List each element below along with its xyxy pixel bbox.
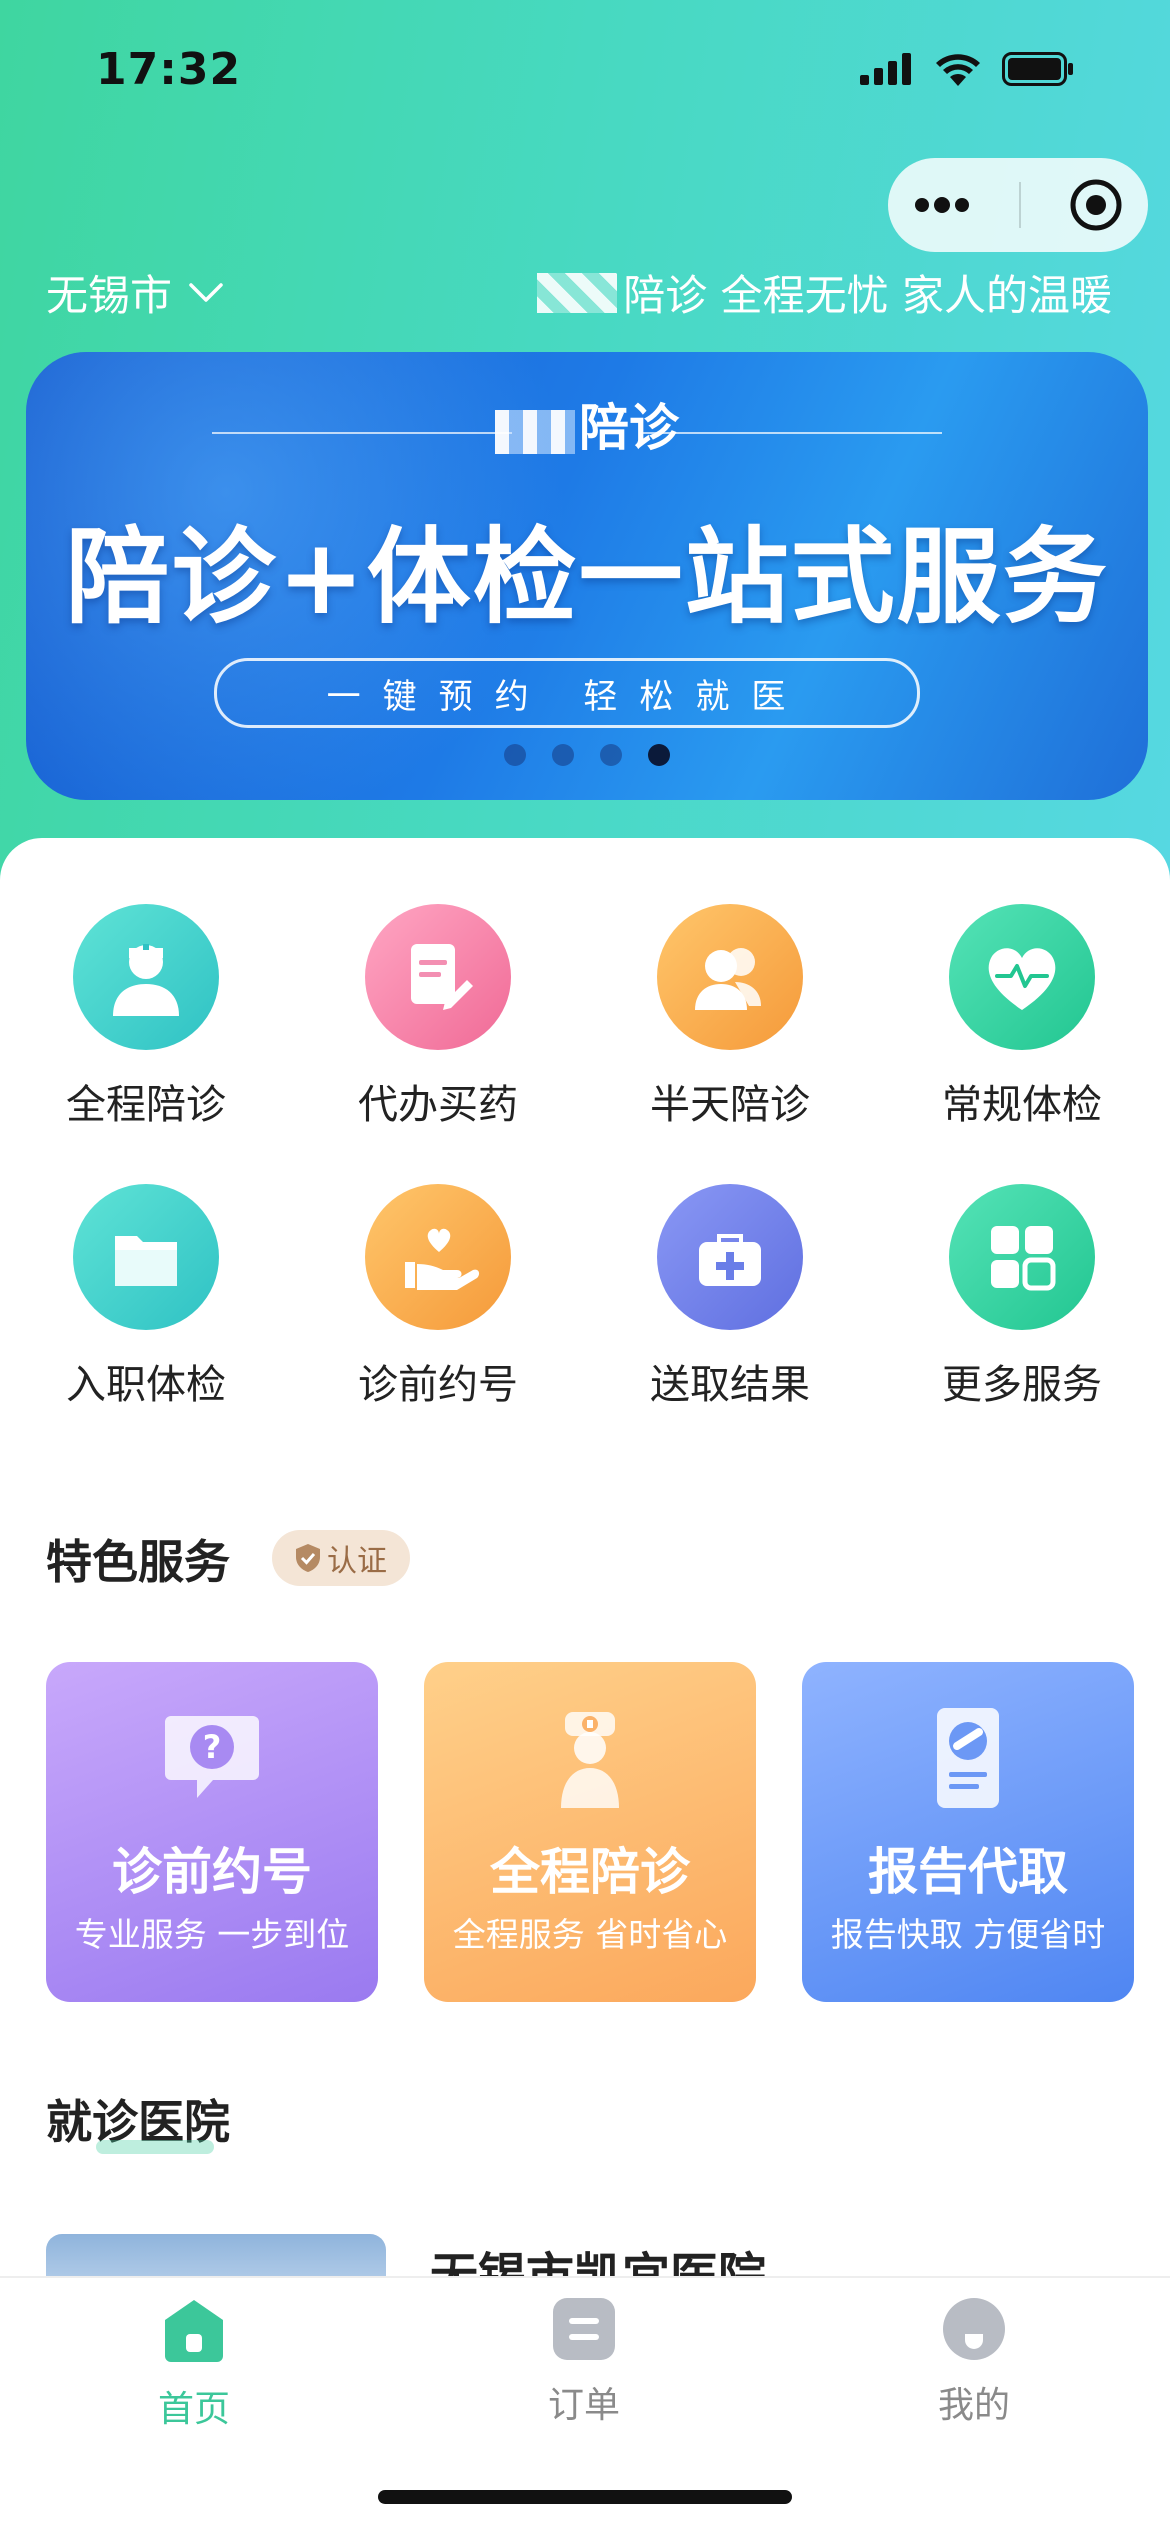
pagination-dot[interactable] — [600, 744, 622, 766]
chevron-down-icon — [189, 282, 223, 302]
status-icons — [860, 52, 1074, 86]
featured-card-appointment[interactable]: ? 诊前约号 专业服务 一步到位 — [46, 1662, 378, 2002]
slogan-marquee: 陪诊 全程无忧 家人的温暖 — [537, 262, 1112, 323]
service-label: 更多服务 — [942, 1362, 1102, 1408]
svg-text:?: ? — [203, 1728, 222, 1766]
shield-check-icon — [296, 1544, 320, 1572]
card-subtitle: 专业服务 一步到位 — [74, 1915, 350, 1954]
certified-badge: 认证 — [272, 1530, 410, 1586]
service-label: 全程陪诊 — [66, 1082, 226, 1128]
service-label: 代办买药 — [358, 1082, 518, 1128]
banner-brand-text: 陪诊 — [579, 399, 679, 457]
tab-label: 订单 — [547, 2385, 620, 2426]
section-title-underline — [96, 2140, 214, 2154]
banner-headline: 陪诊+体检一站式服务 — [65, 516, 1109, 638]
status-bar: 17:32 — [0, 0, 1170, 140]
service-label: 入职体检 — [66, 1362, 226, 1408]
folder-icon — [73, 1184, 219, 1330]
banner-brand: 陪诊 — [26, 388, 1148, 460]
city-label: 无锡市 — [46, 271, 173, 320]
featured-card-full-escort[interactable]: 全程陪诊 全程服务 省时省心 — [424, 1662, 756, 2002]
card-subtitle: 全程服务 省时省心 — [452, 1915, 728, 1954]
medical-kit-icon — [657, 1184, 803, 1330]
service-routine-checkup[interactable]: 常规体检 — [876, 904, 1168, 1130]
service-more[interactable]: 更多服务 — [876, 1184, 1168, 1410]
featured-section-title: 特色服务 — [46, 1535, 230, 1589]
battery-icon — [1002, 52, 1073, 86]
hand-heart-icon — [365, 1184, 511, 1330]
tab-label: 我的 — [937, 2385, 1010, 2426]
service-deliver-results[interactable]: 送取结果 — [584, 1184, 876, 1410]
card-title: 诊前约号 — [112, 1843, 312, 1901]
slogan-text: 陪诊 全程无忧 家人的温暖 — [623, 271, 1112, 320]
city-selector[interactable]: 无锡市 — [46, 262, 224, 323]
service-full-escort[interactable]: 全程陪诊 — [0, 904, 292, 1130]
service-label: 诊前约号 — [358, 1362, 518, 1408]
service-label: 常规体检 — [942, 1082, 1102, 1128]
more-icon[interactable] — [912, 195, 972, 215]
brand-redacted — [537, 272, 618, 313]
home-icon — [165, 2300, 223, 2362]
banner-tagline: 一键预约 轻松就医 — [214, 658, 920, 728]
heart-pulse-icon — [949, 904, 1095, 1050]
people-icon — [657, 904, 803, 1050]
home-indicator — [378, 2490, 792, 2504]
mini-program-capsule — [888, 158, 1148, 252]
badge-label: 认证 — [327, 1544, 387, 1579]
card-title: 全程陪诊 — [490, 1843, 690, 1901]
pagination-dot[interactable] — [504, 744, 526, 766]
question-bubble-icon: ? — [46, 1702, 378, 1812]
grid-icon — [949, 1184, 1095, 1330]
service-label: 半天陪诊 — [650, 1082, 810, 1128]
report-icon — [802, 1702, 1134, 1812]
pagination-dot-active[interactable] — [648, 744, 670, 766]
service-pre-appointment[interactable]: 诊前约号 — [292, 1184, 584, 1410]
signal-icon — [860, 53, 911, 85]
service-employment-checkup[interactable]: 入职体检 — [0, 1184, 292, 1410]
tab-home[interactable]: 首页 — [44, 2296, 344, 2432]
service-grid: 全程陪诊 代办买药 半天陪诊 常规体检 入职体检 诊前约号 送取结果 更多服务 — [0, 904, 1170, 1410]
featured-card-report-pickup[interactable]: 报告代取 报告快取 方便省时 — [802, 1662, 1134, 2002]
service-half-day[interactable]: 半天陪诊 — [584, 904, 876, 1130]
service-buy-medicine[interactable]: 代办买药 — [292, 904, 584, 1130]
status-time: 17:32 — [96, 44, 242, 95]
card-subtitle: 报告快取 方便省时 — [830, 1915, 1106, 1954]
nurse-icon — [73, 904, 219, 1050]
pagination-dot[interactable] — [552, 744, 574, 766]
service-label: 送取结果 — [650, 1362, 810, 1408]
tab-label: 首页 — [157, 2389, 230, 2430]
document-pen-icon — [365, 904, 511, 1050]
brand-redacted — [495, 409, 575, 454]
promo-banner[interactable]: 陪诊 陪诊+体检一站式服务 一键预约 轻松就医 — [26, 352, 1148, 800]
capsule-divider — [1018, 182, 1021, 228]
tab-orders[interactable]: 订单 — [434, 2296, 734, 2428]
profile-icon — [943, 2298, 1005, 2360]
card-title: 报告代取 — [868, 1843, 1068, 1901]
nurse-icon — [424, 1702, 756, 1812]
featured-cards: ? 诊前约号 专业服务 一步到位 全程陪诊 全程服务 省时省心 报告代取 报告快… — [46, 1662, 1134, 2002]
wifi-icon — [936, 54, 980, 86]
close-target-icon[interactable] — [1068, 177, 1124, 233]
tab-profile[interactable]: 我的 — [824, 2296, 1124, 2428]
banner-pagination — [26, 744, 1148, 766]
order-icon — [553, 2298, 615, 2360]
